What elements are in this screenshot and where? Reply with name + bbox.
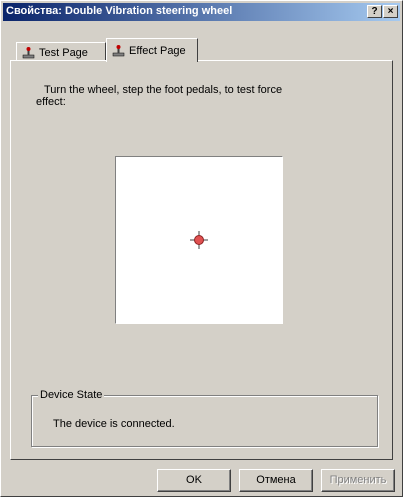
close-button[interactable]: ×: [383, 5, 398, 18]
tab-test-page-label: Test Page: [39, 46, 88, 59]
tab-effect-page[interactable]: Effect Page: [106, 38, 198, 62]
instructions-text: Turn the wheel, step the foot pedals, to…: [36, 84, 283, 108]
tab-effect-page-label: Effect Page: [129, 44, 186, 57]
help-button[interactable]: ?: [367, 5, 382, 18]
title-bar[interactable]: Свойства: Double Vibration steering whee…: [3, 3, 400, 21]
properties-dialog: Свойства: Double Vibration steering whee…: [0, 0, 403, 497]
crosshair-cursor-icon: [190, 231, 208, 249]
device-state-label: Device State: [38, 389, 105, 401]
joystick-icon: [22, 46, 35, 58]
effect-page-panel: Turn the wheel, step the foot pedals, to…: [10, 60, 393, 460]
apply-button[interactable]: Применить: [321, 469, 395, 492]
joystick-icon: [112, 44, 125, 56]
ok-button[interactable]: OK: [157, 469, 231, 492]
device-status-text: The device is connected.: [53, 418, 175, 430]
force-effect-area[interactable]: [115, 156, 283, 324]
tab-test-page[interactable]: Test Page: [16, 42, 106, 62]
window-title: Свойства: Double Vibration steering whee…: [6, 5, 233, 17]
device-state-group: Device State The device is connected.: [31, 389, 378, 447]
cancel-button[interactable]: Отмена: [239, 469, 313, 492]
